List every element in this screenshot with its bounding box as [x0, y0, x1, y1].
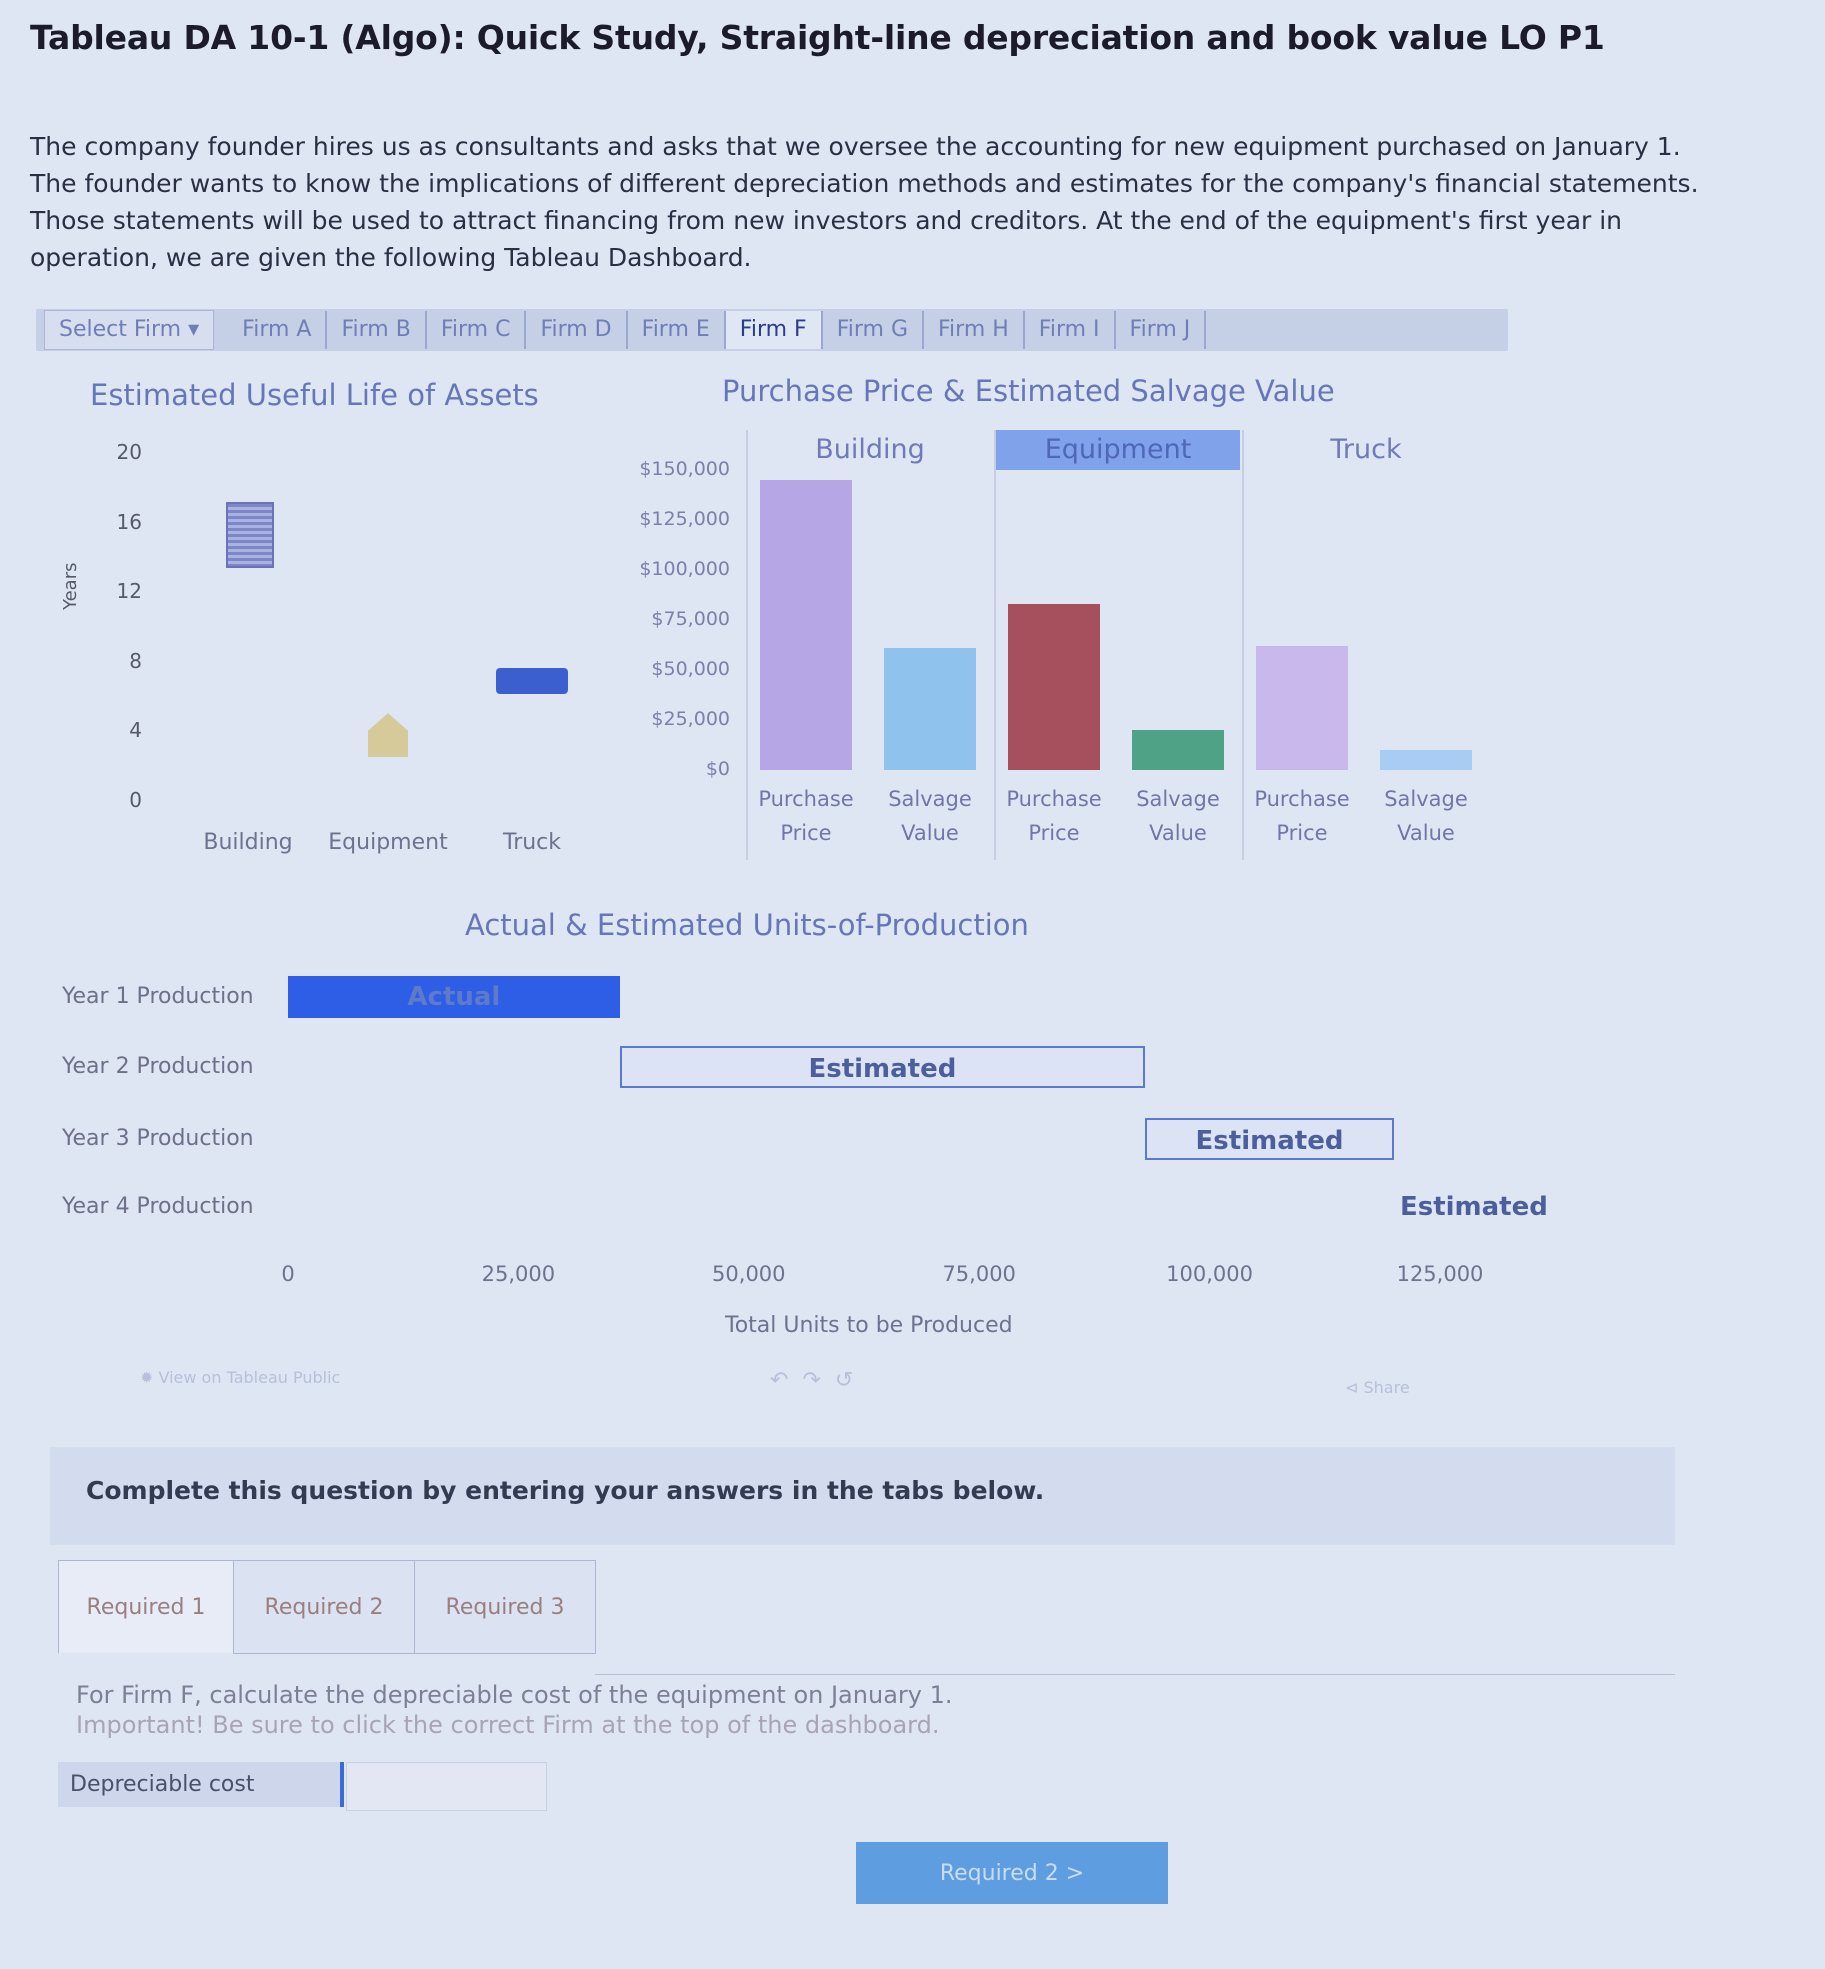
x-tick-label: 125,000 [1396, 1262, 1484, 1286]
next-required-2-button[interactable]: Required 2 > [856, 1842, 1168, 1904]
bar-label: Purchase Price [1254, 787, 1350, 845]
intro-line: Those statements will be used to attract… [30, 206, 1623, 235]
firm-tab-a[interactable]: Firm A [228, 311, 328, 349]
bar [760, 480, 852, 770]
bar-label: Purchase Price [1006, 787, 1102, 845]
bar [1132, 730, 1224, 770]
y-tick-label: 0 [129, 788, 142, 812]
y-tick-label: $75,000 [651, 608, 730, 630]
bar [884, 648, 976, 770]
firm-tab-g[interactable]: Firm G [823, 311, 924, 349]
important-note: Important! Be sure to click the correct … [76, 1711, 940, 1739]
units-xlabel: Total Units to be Produced [725, 1313, 1013, 1338]
instruction-text: For Firm F, calculate the depreciable co… [76, 1681, 953, 1709]
tab-required-2[interactable]: Required 2 [233, 1560, 415, 1654]
panel-header: Truck [1330, 434, 1402, 465]
row-label: Year 2 Production [62, 1054, 254, 1079]
y-tick-label: $125,000 [639, 508, 730, 530]
intro-line: operation, we are given the following Ta… [30, 243, 752, 272]
bar [1256, 646, 1348, 770]
page-title: Tableau DA 10-1 (Algo): Quick Study, Str… [30, 18, 1605, 57]
chevron-down-icon: ▾ [188, 317, 200, 342]
bar [1380, 750, 1472, 770]
firm-tab-c[interactable]: Firm C [427, 311, 527, 349]
useful-life-ylabel: Years [60, 562, 81, 611]
firm-tab-f[interactable]: Firm F [725, 311, 823, 349]
firm-tab-d[interactable]: Firm D [526, 311, 628, 349]
bar-label: Salvage Value [1384, 787, 1468, 845]
tab-divider [595, 1674, 1675, 1675]
production-bar: Estimated [1145, 1118, 1394, 1160]
panel-header: Building [815, 434, 925, 465]
share-icon: ⊲ [1345, 1378, 1359, 1397]
category-label: Building [203, 830, 293, 855]
firm-tab-i[interactable]: Firm I [1025, 311, 1116, 349]
select-firm-label: Select Firm [59, 317, 182, 342]
depreciable-cost-input[interactable] [346, 1762, 547, 1811]
tableau-icon: ✹ [140, 1368, 154, 1387]
y-tick-label: $0 [705, 758, 730, 780]
tab-required-3[interactable]: Required 3 [414, 1560, 596, 1654]
y-tick-label: 20 [116, 440, 142, 464]
building-icon [226, 502, 274, 568]
firm-tab-e[interactable]: Firm E [628, 311, 726, 349]
bar [1008, 604, 1100, 770]
bar-label: Salvage Value [888, 787, 972, 845]
depreciable-cost-label: Depreciable cost [58, 1762, 344, 1807]
y-tick-label: 4 [129, 718, 142, 743]
bar-label: Salvage Value [1136, 787, 1220, 845]
question-instructions: For Firm F, calculate the depreciable co… [76, 1680, 953, 1740]
select-firm-dropdown[interactable]: Select Firm ▾ [44, 310, 215, 350]
panel-header: Equipment [996, 430, 1240, 470]
share-button[interactable]: ⊲ Share [1345, 1378, 1410, 1397]
x-tick-label: 75,000 [942, 1262, 1016, 1286]
firm-tab-j[interactable]: Firm J [1116, 311, 1207, 349]
row-label: Year 3 Production [62, 1126, 254, 1151]
category-label: Equipment [328, 830, 448, 855]
intro-line: The founder wants to know the implicatio… [30, 169, 1699, 198]
category-label: Truck [502, 830, 562, 855]
purchase-chart-title: Purchase Price & Estimated Salvage Value [722, 374, 1335, 408]
y-tick-label: $50,000 [651, 658, 730, 680]
truck-icon [496, 668, 568, 695]
equipment-icon [368, 713, 408, 758]
y-tick-label: $25,000 [651, 708, 730, 730]
y-tick-label: 8 [129, 648, 142, 673]
y-tick-label: 16 [116, 509, 142, 534]
units-chart-title: Actual & Estimated Units-of-Production [465, 908, 1029, 942]
undo-icon[interactable]: ↶ ↷ ↺ [770, 1368, 853, 1393]
intro-line: The company founder hires us as consulta… [30, 132, 1681, 161]
tab-required-1[interactable]: Required 1 [58, 1560, 234, 1653]
useful-life-title: Estimated Useful Life of Assets [90, 378, 539, 412]
firm-tab-b[interactable]: Firm B [327, 311, 427, 349]
y-tick-label: $100,000 [639, 558, 730, 580]
complete-instruction: Complete this question by entering your … [86, 1476, 1045, 1505]
firm-tab-h[interactable]: Firm H [924, 311, 1025, 349]
x-tick-label: 100,000 [1166, 1262, 1254, 1286]
production-bar: Estimated [1399, 1192, 1548, 1222]
row-label: Year 4 Production [62, 1194, 254, 1219]
x-tick-label: 25,000 [481, 1262, 556, 1286]
row-label: Year 1 Production [62, 984, 254, 1009]
intro-text: The company founder hires us as consulta… [30, 128, 1810, 276]
production-bar: Actual [288, 976, 620, 1018]
x-tick-label: 0 [281, 1262, 295, 1286]
bar-label: Purchase Price [758, 787, 854, 845]
y-tick-label: 12 [116, 579, 142, 604]
production-bar: Estimated [619, 1046, 1146, 1088]
y-tick-label: $150,000 [639, 458, 730, 480]
firm-selector-bar: Select Firm ▾ Firm A Firm B Firm C Firm … [36, 309, 1508, 351]
x-tick-label: 50,000 [712, 1262, 786, 1286]
view-on-tableau-link[interactable]: ✹ View on Tableau Public [140, 1368, 340, 1387]
